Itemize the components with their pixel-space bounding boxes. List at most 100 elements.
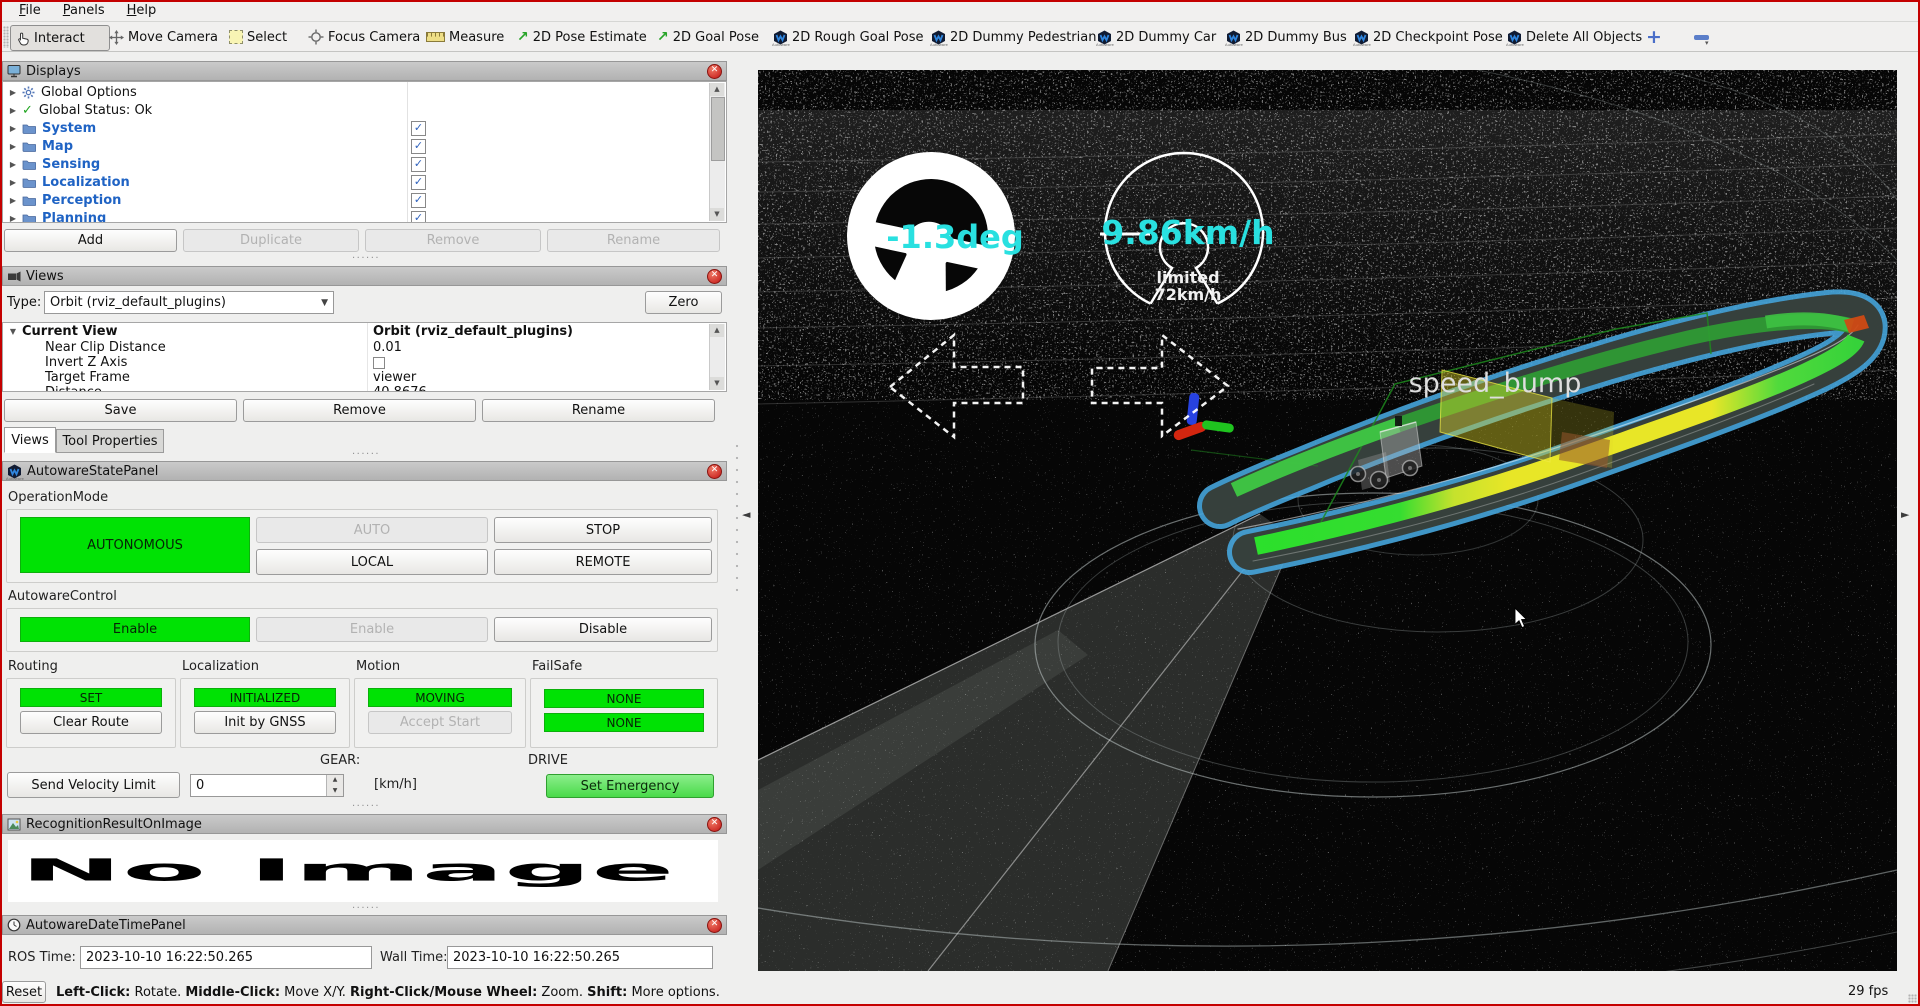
menu-help[interactable]: Help [118,2,166,19]
tool-2d-checkpoint-pose[interactable]: Autoware 2D Checkpoint Pose [1349,25,1508,49]
velocity-spinbox[interactable]: 0 ▲▼ [190,774,344,797]
tool-delete-all-objects[interactable]: Autoware Delete All Objects [1502,25,1647,49]
expander-icon[interactable]: ▶ [8,214,18,223]
remote-button[interactable]: REMOTE [494,549,712,575]
send-velocity-limit-button[interactable]: Send Velocity Limit [7,772,180,798]
add-button[interactable]: Add [4,229,177,252]
tab-tool-properties[interactable]: Tool Properties [56,429,164,453]
tool-2d-dummy-pedestrian[interactable]: Autoware 2D Dummy Pedestrian [926,25,1101,49]
expander-icon[interactable]: ▼ [8,327,18,336]
remove-view-button[interactable]: Remove [243,399,476,422]
accept-start-button[interactable]: Accept Start [368,711,512,734]
menu-panels[interactable]: Panels [54,2,114,19]
remove-tool-button[interactable]: ▾ [1689,25,1714,49]
tree-row-global-options[interactable]: ▶ Global Options [3,83,726,101]
spinbox-arrows[interactable]: ▲▼ [326,775,343,796]
tree-row-localization[interactable]: ▶ Localization ✓ [3,173,726,191]
rename-view-button[interactable]: Rename [482,399,715,422]
tree-row-perception[interactable]: ▶ Perception ✓ [3,191,726,209]
expander-icon[interactable]: ▶ [8,160,18,169]
disable-button[interactable]: Disable [494,617,712,642]
row-checkbox[interactable]: ✓ [411,211,426,224]
ros-time-field[interactable]: 2023-10-10 16:22:50.265 [80,946,372,969]
displays-scrollbar[interactable]: ▲ ▼ [709,83,725,221]
close-icon[interactable]: ✕ [707,64,722,79]
prop-row[interactable]: Invert Z Axis [3,355,726,370]
autoware-state-panel-header[interactable]: Autoware AutowareStatePanel ✕ [2,461,727,481]
recognition-panel-header[interactable]: RecognitionResultOnImage ✕ [2,814,727,834]
scrollbar-thumb[interactable] [711,97,725,161]
init-by-gnss-button[interactable]: Init by GNSS [194,711,336,734]
prop-row[interactable]: Near Clip Distance 0.01 [3,340,726,355]
enable-active-button[interactable]: Enable [20,617,250,642]
row-checkbox[interactable]: ✓ [411,139,426,154]
splitter-handle[interactable]: ······ [352,903,380,914]
tool-move-camera[interactable]: Move Camera [104,25,223,49]
tool-interact[interactable]: Interact [10,25,110,51]
collapse-left-icon[interactable]: ◄ [742,508,750,521]
expander-icon[interactable]: ▶ [8,196,18,205]
save-button[interactable]: Save [4,399,237,422]
add-tool-button[interactable]: + [1641,25,1667,49]
splitter-handle[interactable]: ······ [352,801,380,812]
tool-measure[interactable]: Measure [421,25,509,49]
tree-row-system[interactable]: ▶ System ✓ [3,119,726,137]
zero-button[interactable]: Zero [645,291,722,314]
rename-button[interactable]: Rename [547,229,720,252]
row-checkbox[interactable]: ✓ [411,193,426,208]
scroll-down-icon[interactable]: ▼ [710,208,724,221]
toolbar-grip[interactable] [3,26,9,48]
remove-button[interactable]: Remove [365,229,541,252]
close-icon[interactable]: ✕ [707,269,722,284]
spin-down-icon[interactable]: ▼ [327,786,343,797]
prop-row-current-view[interactable]: ▼ Current View Orbit (rviz_default_plugi… [3,324,726,339]
splitter-handle[interactable]: ······ [352,449,380,460]
datetime-panel-header[interactable]: AutowareDateTimePanel ✕ [2,915,727,935]
displays-tree[interactable]: ▶ Global Options ▶ ✓ Global Status: Ok ▶… [2,81,727,223]
row-checkbox[interactable]: ✓ [411,157,426,172]
expander-icon[interactable]: ▶ [8,106,18,115]
tree-row-map[interactable]: ▶ Map ✓ [3,137,726,155]
spin-up-icon[interactable]: ▲ [327,775,343,786]
tool-2d-dummy-car[interactable]: Autoware 2D Dummy Car [1092,25,1221,49]
panel-splitter-grip[interactable] [735,440,740,600]
close-icon[interactable]: ✕ [707,817,722,832]
close-icon[interactable]: ✕ [707,464,722,479]
tool-select[interactable]: Select [224,25,292,49]
expander-icon[interactable]: ▶ [8,124,18,133]
views-panel-header[interactable]: Views ✕ [2,266,727,286]
tree-row-planning[interactable]: ▶ Planning ✓ [3,209,726,223]
scroll-down-icon[interactable]: ▼ [710,377,724,390]
tool-focus-camera[interactable]: Focus Camera [303,25,425,49]
tool-2d-dummy-bus[interactable]: Autoware 2D Dummy Bus [1221,25,1352,49]
3d-viewport[interactable]: -1.3deg 9.86km/h limited 72km/h speed_bu… [758,70,1897,971]
enable-disabled-button[interactable]: Enable [256,617,488,642]
close-icon[interactable]: ✕ [707,918,722,933]
local-button[interactable]: LOCAL [256,549,488,575]
wall-time-field[interactable]: 2023-10-10 16:22:50.265 [447,946,713,969]
prop-row[interactable]: Distance 40.8676 [3,385,726,392]
expander-icon[interactable]: ▶ [8,88,18,97]
displays-panel-header[interactable]: Displays ✕ [2,61,727,81]
expander-icon[interactable]: ▶ [8,178,18,187]
tool-2d-goal-pose[interactable]: ↗ 2D Goal Pose [652,25,764,49]
row-checkbox[interactable]: ✓ [411,175,426,190]
clear-route-button[interactable]: Clear Route [20,711,162,734]
view-properties-tree[interactable]: ▼ Current View Orbit (rviz_default_plugi… [2,322,727,392]
tab-views[interactable]: Views [4,427,56,453]
views-scrollbar[interactable]: ▲ ▼ [709,324,725,390]
expand-right-icon[interactable]: ► [1901,508,1909,521]
scroll-up-icon[interactable]: ▲ [710,83,724,96]
stop-button[interactable]: STOP [494,517,712,543]
tool-2d-rough-goal-pose[interactable]: Autoware 2D Rough Goal Pose [768,25,929,49]
view-type-combobox[interactable]: Orbit (rviz_default_plugins) ▼ [44,291,334,314]
tool-2d-pose-estimate[interactable]: ↗ 2D Pose Estimate [512,25,652,49]
menu-file[interactable]: File [10,2,50,19]
set-emergency-button[interactable]: Set Emergency [546,774,714,798]
resize-grip[interactable] [1908,994,1917,1003]
prop-row[interactable]: Target Frame viewer [3,370,726,385]
prop-checkbox[interactable] [373,357,385,369]
tree-row-global-status[interactable]: ▶ ✓ Global Status: Ok [3,101,726,119]
splitter-handle[interactable]: ······ [352,253,380,264]
auto-button[interactable]: AUTO [256,517,488,543]
